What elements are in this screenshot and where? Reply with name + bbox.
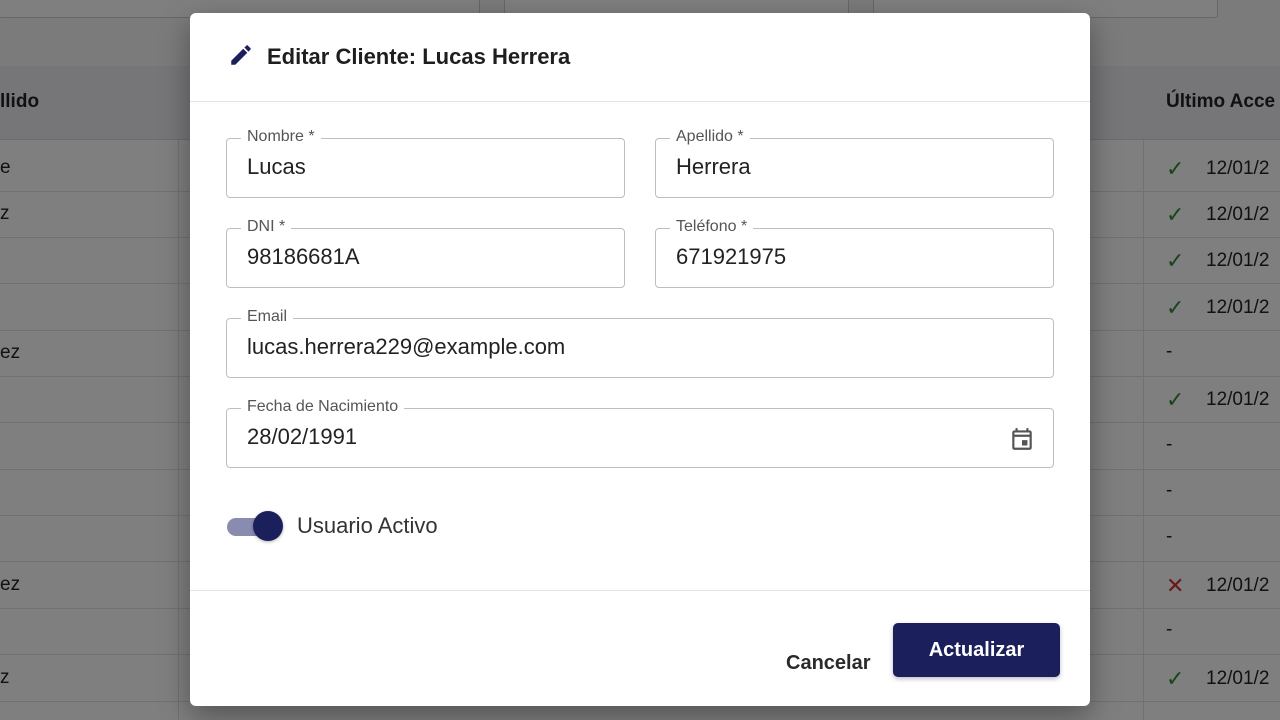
pencil-icon bbox=[228, 42, 254, 73]
nombre-field[interactable]: Nombre * Lucas bbox=[226, 128, 625, 198]
dialog-header: Editar Cliente: Lucas Herrera bbox=[190, 13, 1090, 102]
email-field[interactable]: Email lucas.herrera229@example.com bbox=[226, 308, 1054, 378]
dni-label: DNI * bbox=[241, 218, 292, 236]
email-label: Email bbox=[241, 308, 294, 326]
dni-value[interactable]: 98186681A bbox=[247, 244, 360, 270]
dialog-title: Editar Cliente: Lucas Herrera bbox=[267, 44, 571, 69]
birthdate-value[interactable]: 28/02/1991 bbox=[247, 424, 357, 450]
apellido-field[interactable]: Apellido * Herrera bbox=[655, 128, 1054, 198]
telefono-value[interactable]: 671921975 bbox=[676, 244, 786, 270]
birthdate-field[interactable]: Fecha de Nacimiento 28/02/1991 bbox=[226, 398, 1054, 468]
nombre-value[interactable]: Lucas bbox=[247, 154, 306, 180]
apellido-label: Apellido * bbox=[670, 128, 750, 146]
cancel-button[interactable]: Cancelar bbox=[776, 636, 881, 690]
toggle-thumb[interactable] bbox=[253, 511, 283, 541]
nombre-label: Nombre * bbox=[241, 128, 321, 146]
telefono-label: Teléfono * bbox=[670, 218, 754, 236]
update-button[interactable]: Actualizar bbox=[893, 623, 1060, 677]
edit-client-dialog: Editar Cliente: Lucas Herrera Nombre * L… bbox=[190, 13, 1090, 706]
dialog-footer: Cancelar Actualizar bbox=[190, 590, 1090, 706]
apellido-value[interactable]: Herrera bbox=[676, 154, 751, 180]
telefono-field[interactable]: Teléfono * 671921975 bbox=[655, 218, 1054, 288]
birthdate-label: Fecha de Nacimiento bbox=[241, 398, 405, 416]
active-user-toggle[interactable] bbox=[227, 511, 283, 541]
active-user-label[interactable]: Usuario Activo bbox=[297, 513, 438, 539]
email-value[interactable]: lucas.herrera229@example.com bbox=[247, 334, 565, 360]
calendar-icon[interactable] bbox=[1009, 426, 1035, 452]
dni-field[interactable]: DNI * 98186681A bbox=[226, 218, 625, 288]
